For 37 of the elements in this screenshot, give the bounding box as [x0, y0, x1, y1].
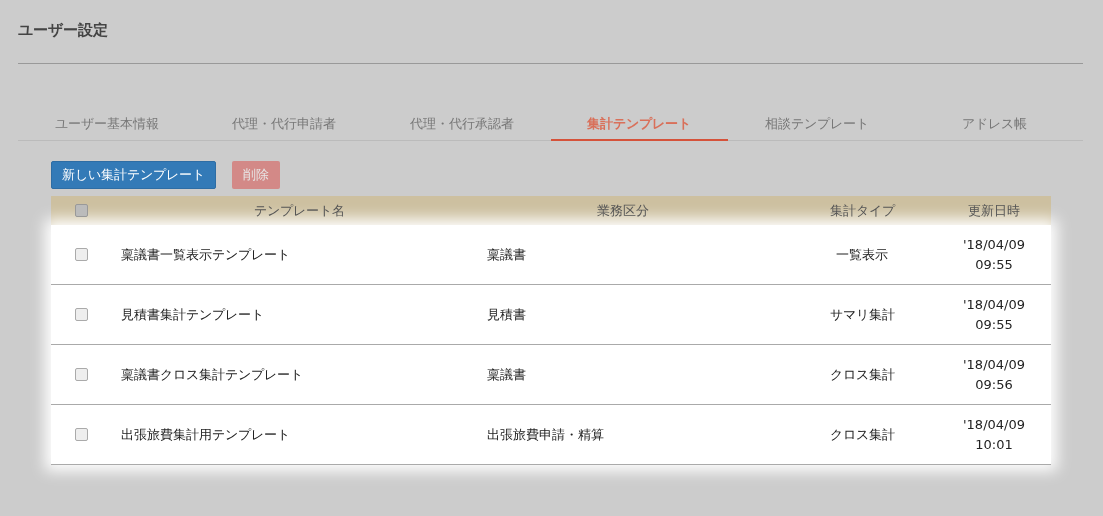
tab[interactable]: アドレス帳	[905, 109, 1083, 141]
table-cell: クロス集計	[829, 426, 895, 442]
tab[interactable]: 代理・代行承認者	[373, 109, 551, 141]
table-cell: 稟議書	[487, 366, 526, 382]
table-cell: サマリ集計	[829, 306, 895, 322]
page-title: ユーザー設定	[18, 20, 108, 41]
time-text: 10:01	[975, 435, 1013, 454]
table-cell: 一覧表示	[836, 246, 888, 262]
date-text: '18/04/09	[963, 235, 1025, 254]
table-cell: 見積書	[487, 306, 526, 322]
table-cell: 稟議書一覧表示テンプレート	[121, 246, 290, 262]
row-checkbox[interactable]	[74, 248, 88, 261]
tab[interactable]: 代理・代行申請者	[195, 109, 373, 141]
table-cell: 稟議書クロス集計テンプレート	[121, 366, 303, 382]
date-text: '18/04/09	[963, 355, 1025, 374]
tab[interactable]: 集計テンプレート	[550, 109, 728, 141]
row-checkbox[interactable]	[74, 428, 88, 441]
table-cell: クロス集計	[829, 366, 895, 382]
column-header: 集計タイプ	[829, 202, 895, 218]
new-template-button[interactable]: 新しい集計テンプレート	[51, 161, 216, 189]
table-cell: 見積書集計テンプレート	[121, 306, 264, 322]
table-cell: 稟議書	[487, 246, 526, 262]
time-text: 09:55	[975, 315, 1013, 334]
date-text: '18/04/09	[963, 415, 1025, 434]
table-cell: 出張旅費集計用テンプレート	[121, 426, 290, 442]
column-header: 業務区分	[597, 202, 649, 218]
select-all-checkbox[interactable]	[74, 204, 88, 217]
table-cell: 出張旅費申請・精算	[487, 426, 604, 442]
time-text: 09:56	[975, 375, 1013, 394]
tab[interactable]: ユーザー基本情報	[18, 109, 196, 141]
column-header: 更新日時	[968, 202, 1020, 218]
time-text: 09:55	[975, 255, 1013, 274]
column-header: テンプレート名	[253, 202, 345, 218]
row-checkbox[interactable]	[74, 308, 88, 321]
tab[interactable]: 相談テンプレート	[728, 109, 906, 141]
date-text: '18/04/09	[963, 295, 1025, 314]
row-checkbox[interactable]	[74, 368, 88, 381]
